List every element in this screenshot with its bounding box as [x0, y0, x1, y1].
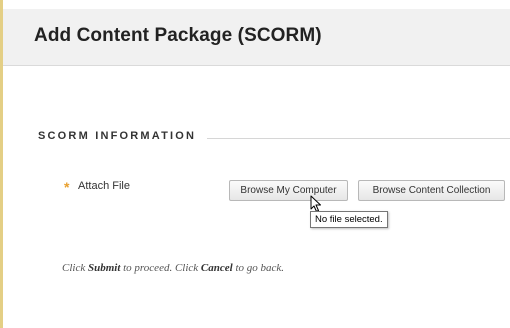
instructions-text-3: to go back.	[232, 262, 285, 274]
browse-my-computer-button[interactable]: Browse My Computer	[229, 180, 348, 201]
top-strip	[3, 0, 510, 9]
cancel-word: Cancel	[200, 262, 233, 274]
page-title: Add Content Package (SCORM)	[34, 25, 322, 46]
required-icon: *	[64, 179, 70, 195]
form-instructions: Click Submit to proceed. Click Cancel to…	[62, 262, 284, 274]
section-title: SCORM INFORMATION	[38, 130, 197, 142]
submit-word: Submit	[87, 262, 121, 274]
instructions-text-2: to proceed. Click	[120, 262, 201, 274]
instructions-text-1: Click	[62, 262, 88, 274]
section-divider	[207, 138, 510, 139]
browse-content-collection-button[interactable]: Browse Content Collection	[358, 180, 505, 201]
attach-file-label: Attach File	[78, 180, 130, 192]
file-status-tooltip: No file selected.	[310, 211, 388, 228]
